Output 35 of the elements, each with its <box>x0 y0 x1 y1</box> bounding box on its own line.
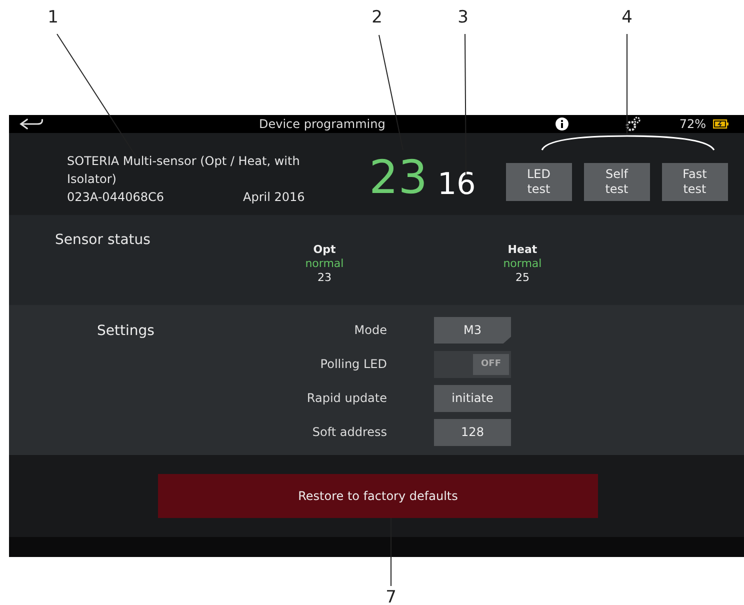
section-title: Sensor status <box>55 232 150 248</box>
callout-number: 1 <box>48 10 58 26</box>
battery-level: 72% <box>679 117 706 131</box>
restore-button[interactable]: Restore to factory defaults <box>158 474 598 518</box>
sensor-name: Heat <box>508 243 538 257</box>
test-button[interactable]: LED test <box>506 163 572 201</box>
settings-icon[interactable] <box>625 116 642 132</box>
callout-number: 7 <box>386 590 396 605</box>
setting-label: Polling LED <box>319 357 387 371</box>
sensor-value: 23 <box>317 271 332 285</box>
sensor-name: Opt <box>313 243 336 257</box>
test-button[interactable]: Self test <box>584 163 650 201</box>
callout-number: 4 <box>622 10 632 26</box>
callout-number: 2 <box>372 10 382 26</box>
test-button[interactable]: Fast test <box>662 163 728 201</box>
setting-label: Soft address <box>311 425 387 439</box>
info-icon[interactable] <box>555 117 570 131</box>
mode-dropdown[interactable]: M3 <box>434 316 511 344</box>
device-date: April 2016 <box>243 189 305 206</box>
sensor-state: normal <box>503 257 542 271</box>
device-name: SOTERIA Multi-sensor (Opt / Heat, with Isolator) <box>67 153 301 188</box>
setting-button[interactable]: initiate <box>434 384 511 412</box>
setting-button[interactable]: 128 <box>434 418 511 446</box>
battery-icon <box>713 119 729 129</box>
device-serial: 023A-044068C6 <box>67 189 166 206</box>
sensor-state: normal <box>305 257 344 271</box>
setting-label: Mode <box>353 323 387 337</box>
section-title: Settings <box>97 323 156 341</box>
screen-title: Device programming <box>259 117 386 131</box>
setting-label: Rapid update <box>306 391 387 405</box>
callout-number: 3 <box>458 10 468 26</box>
sensor-value: 25 <box>515 271 530 285</box>
loop-value: 16 <box>438 166 476 202</box>
device-address: 23 <box>369 149 428 204</box>
back-arrow-icon[interactable] <box>18 117 45 131</box>
